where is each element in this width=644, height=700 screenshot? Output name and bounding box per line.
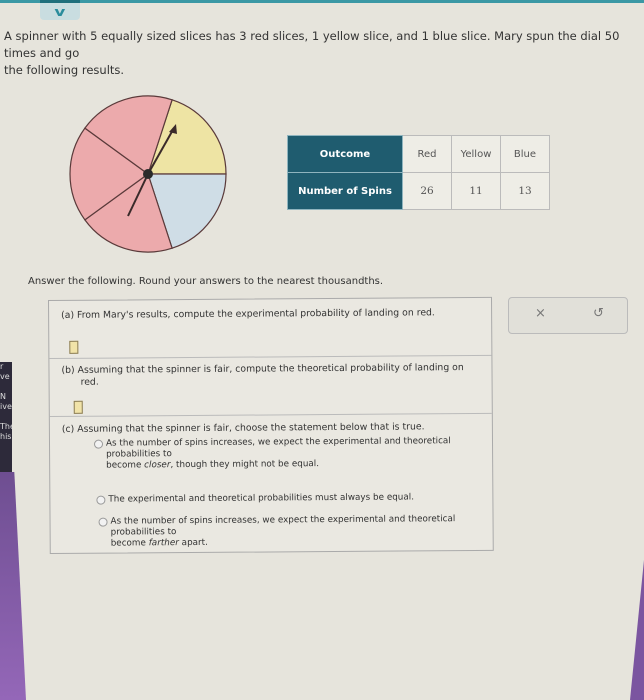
option-text: become farther apart. [111, 536, 456, 549]
fragment-text: The [0, 422, 12, 431]
fragment-text: N [0, 392, 6, 401]
option-text: The experimental and theoretical probabi… [108, 492, 415, 505]
undo-icon[interactable]: ↺ [593, 306, 604, 321]
fragment-text: r [0, 362, 4, 371]
option-text-emphasis: farther [148, 538, 179, 549]
option-text-emphasis: closer [144, 460, 171, 471]
question-b: (b) Assuming that the spinner is fair, c… [49, 355, 492, 417]
answer-b-input[interactable] [73, 400, 83, 414]
option-text: become closer, though they might not be … [106, 458, 451, 471]
option-text-post: , though they might not be equal. [170, 459, 320, 471]
desktop-background-left [0, 472, 26, 700]
count-blue: 13 [500, 172, 550, 210]
option-farther[interactable]: As the number of spins increases, we exp… [98, 514, 456, 549]
problem-text: A spinner with 5 equally sized slices ha… [4, 29, 620, 60]
spinner-hub [143, 169, 153, 179]
option-text-pre: become [106, 460, 145, 471]
spinner-diagram [69, 95, 227, 253]
table-row: Outcome Red Yellow Blue [287, 135, 550, 173]
top-accent-bar [0, 0, 644, 3]
question-c-text: (c) Assuming that the spinner is fair, c… [61, 421, 425, 435]
question-a-text: (a) From Mary's results, compute the exp… [61, 307, 435, 321]
chevron-down-icon: v [54, 5, 66, 19]
collapse-tab-bar [40, 0, 80, 3]
instruction-text: Answer the following. Round your answers… [28, 276, 384, 287]
fragment-text: ve [0, 372, 10, 381]
fragment-text: his [0, 432, 12, 441]
spins-header: Number of Spins [287, 172, 403, 210]
problem-statement: A spinner with 5 equally sized slices ha… [4, 28, 644, 79]
option-text-post: apart. [178, 537, 208, 549]
question-c: (c) Assuming that the spinner is fair, c… [50, 414, 493, 553]
fragment-text: ive [0, 402, 12, 411]
questions-panel: (a) From Mary's results, compute the exp… [48, 296, 494, 554]
outcome-header: Outcome [287, 135, 403, 173]
table-row: Number of Spins 26 11 13 [287, 172, 550, 210]
desktop-background-right [630, 560, 644, 700]
question-a: (a) From Mary's results, compute the exp… [49, 297, 492, 359]
answer-actions: × ↺ [508, 297, 628, 334]
option-closer[interactable]: As the number of spins increases, we exp… [93, 436, 451, 471]
problem-text-continued: the following results. [4, 63, 125, 77]
collapse-button[interactable]: v [40, 0, 80, 20]
clear-button[interactable]: × [535, 306, 546, 321]
answer-a-input[interactable] [69, 340, 79, 354]
outcome-blue: Blue [500, 135, 550, 173]
count-red: 26 [402, 172, 452, 210]
radio-option-closer[interactable] [93, 439, 104, 449]
radio-option-farther[interactable] [98, 517, 108, 527]
results-table: Outcome Red Yellow Blue Number of Spins … [287, 135, 550, 210]
count-yellow: 11 [451, 172, 501, 210]
background-window-fragment: r ve N ive The his [0, 362, 12, 472]
option-always-equal[interactable]: The experimental and theoretical probabi… [96, 492, 415, 505]
option-text-pre: become [110, 538, 149, 549]
radio-option-always-equal[interactable] [96, 495, 106, 505]
question-b-text: (b) Assuming that the spinner is fair, c… [61, 362, 464, 376]
outcome-red: Red [402, 135, 452, 173]
outcome-yellow: Yellow [451, 135, 501, 173]
